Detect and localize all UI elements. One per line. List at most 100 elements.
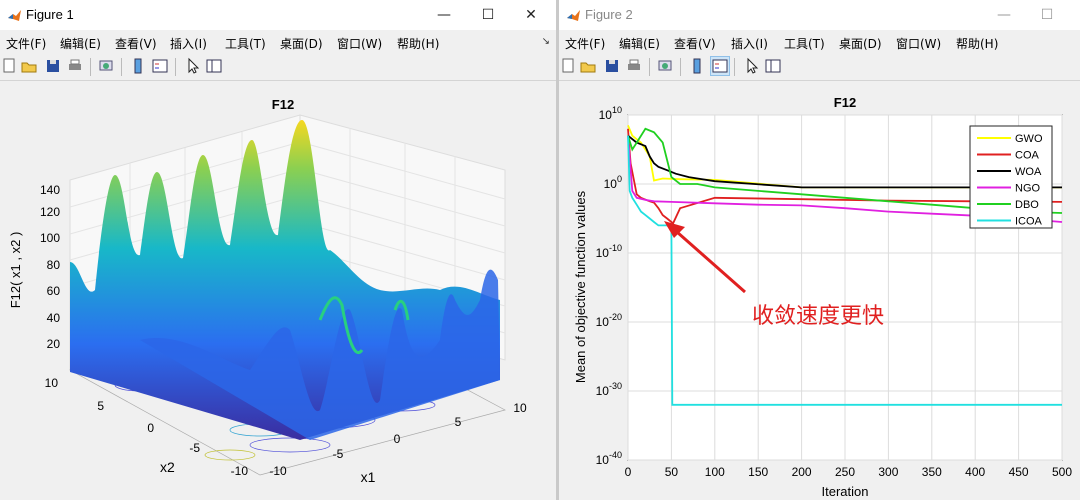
y-tick-label: 10-30 (596, 381, 622, 398)
open-file-icon[interactable] (20, 57, 38, 75)
svg-text:10: 10 (513, 401, 527, 415)
y-axis-label: Mean of objective function values (573, 190, 588, 383)
window-title: Figure 1 (26, 7, 74, 22)
x-tick-label: 350 (922, 465, 942, 479)
open-file-icon[interactable] (579, 57, 597, 75)
svg-text:-10: -10 (231, 464, 249, 478)
toolbar (559, 54, 1080, 81)
menu-help[interactable]: 帮助(H) (956, 35, 998, 52)
x-tick-label: 250 (835, 465, 855, 479)
y-tick-label: 100 (604, 174, 622, 191)
convergence-chart[interactable]: 0 50 100 150 200 250 300 350 400 450 500 101010010… (559, 82, 1080, 500)
menu-view[interactable]: 查看(V) (674, 35, 716, 52)
legend-label-gwo: GWO (1015, 133, 1043, 145)
x-axis-label: Iteration (822, 484, 869, 499)
svg-text:0: 0 (147, 421, 154, 435)
pointer-icon[interactable] (743, 57, 761, 75)
svg-text:10: 10 (45, 376, 59, 390)
colorbar-icon[interactable] (129, 57, 147, 75)
menu-file[interactable]: 文件(F) (565, 35, 605, 52)
x-tick-label: 50 (665, 465, 679, 479)
pointer-icon[interactable] (184, 57, 202, 75)
x-tick-label: 450 (1009, 465, 1029, 479)
y-tick-labels: 1010 100 10-10 10-20 10-30 10-40 (596, 105, 622, 467)
menu-window[interactable]: 窗口(W) (896, 35, 941, 52)
svg-text:100: 100 (40, 231, 60, 245)
legend-label-woa: WOA (1015, 166, 1042, 178)
menu-edit[interactable]: 编辑(E) (60, 35, 101, 52)
y-tick-label: 10-10 (596, 243, 622, 260)
figure1-window: Figure 1 — ☐ ✕ 文件(F) 编辑(E) 查看(V) 插入(I) 工… (0, 0, 556, 500)
svg-text:140: 140 (40, 183, 60, 197)
property-editor-icon[interactable] (205, 57, 223, 75)
figure1-canvas: F12 20 40 60 80 100 120 140 F12( x1 , x2… (0, 82, 556, 500)
legend-label-icoa: ICOA (1015, 216, 1043, 228)
menubar: 文件(F) 编辑(E) 查看(V) 插入(I) 工具(T) 桌面(D) 窗口(W… (0, 30, 556, 54)
z-axis-label: F12( x1 , x2 ) (8, 232, 23, 309)
print-icon[interactable] (66, 57, 84, 75)
new-figure-icon[interactable] (559, 57, 577, 75)
svg-text:-10: -10 (269, 464, 287, 478)
menu-tools[interactable]: 工具(T) (784, 35, 825, 52)
menu-view[interactable]: 查看(V) (115, 35, 157, 52)
annotation-text: 收敛速度更快 (752, 303, 884, 328)
y-axis-label: x2 (160, 459, 175, 475)
figure2-window: Figure 2 — ☐ 文件(F) 编辑(E) 查看(V) 插入(I) 工具(… (559, 0, 1080, 500)
figure2-titlebar[interactable]: Figure 2 — ☐ (559, 0, 1080, 30)
x-tick-label: 500 (1052, 465, 1072, 479)
menu-desktop[interactable]: 桌面(D) (280, 35, 323, 52)
save-icon[interactable] (603, 57, 621, 75)
x-tick-label: 400 (965, 465, 985, 479)
menu-file[interactable]: 文件(F) (6, 35, 46, 52)
surface-plot[interactable]: F12 20 40 60 80 100 120 140 F12( x1 , x2… (0, 82, 556, 500)
menubar: 文件(F) 编辑(E) 查看(V) 插入(I) 工具(T) 桌面(D) 窗口(W… (559, 30, 1080, 54)
minimize-icon[interactable]: — (993, 4, 1015, 26)
y-tick-label: 10-20 (596, 312, 622, 329)
svg-text:0: 0 (394, 432, 401, 446)
menu-desktop[interactable]: 桌面(D) (839, 35, 882, 52)
menu-edit[interactable]: 编辑(E) (619, 35, 660, 52)
svg-text:60: 60 (47, 284, 61, 298)
link-plot-icon[interactable] (656, 57, 674, 75)
close-icon[interactable]: ✕ (520, 4, 542, 26)
x-tick-label: 0 (625, 465, 632, 479)
menu-insert[interactable]: 插入(I) (170, 35, 207, 52)
svg-text:20: 20 (47, 337, 61, 351)
x-tick-labels: 0 50 100 150 200 250 300 350 400 450 500 (625, 465, 1073, 479)
print-icon[interactable] (625, 57, 643, 75)
svg-text:-5: -5 (189, 441, 200, 455)
svg-text:120: 120 (40, 205, 60, 219)
menu-tools[interactable]: 工具(T) (225, 35, 266, 52)
menu-help[interactable]: 帮助(H) (397, 35, 439, 52)
property-editor-icon[interactable] (764, 57, 782, 75)
toolbar (0, 54, 556, 81)
z-tick-labels: 20 40 60 80 100 120 140 (40, 183, 60, 351)
chart-title: F12 (834, 95, 856, 110)
figure1-titlebar[interactable]: Figure 1 — ☐ ✕ (0, 0, 556, 30)
x-axis-label: x1 (361, 469, 376, 485)
link-plot-icon[interactable] (97, 57, 115, 75)
legend-label-dbo: DBO (1015, 199, 1039, 211)
legend-label-ngo: NGO (1015, 183, 1041, 195)
minimize-icon[interactable]: — (433, 4, 455, 26)
legend[interactable]: GWO COA WOA NGO DBO ICOA (969, 125, 1053, 229)
save-icon[interactable] (44, 57, 62, 75)
menu-window[interactable]: 窗口(W) (337, 35, 382, 52)
legend-icon[interactable] (710, 56, 730, 76)
menu-insert[interactable]: 插入(I) (731, 35, 768, 52)
svg-text:40: 40 (47, 311, 61, 325)
x-tick-label: 200 (792, 465, 812, 479)
maximize-icon[interactable]: ☐ (1036, 4, 1058, 26)
y-tick-label: 1010 (599, 105, 622, 122)
colorbar-icon[interactable] (688, 57, 706, 75)
x-tick-label: 300 (878, 465, 898, 479)
maximize-icon[interactable]: ☐ (477, 4, 499, 26)
new-figure-icon[interactable] (0, 57, 18, 75)
dock-arrow-icon[interactable]: ↘ (542, 36, 550, 47)
plot-title: F12 (272, 97, 294, 112)
svg-text:80: 80 (47, 258, 61, 272)
legend-icon[interactable] (151, 57, 169, 75)
svg-text:5: 5 (97, 399, 104, 413)
matlab-icon (567, 10, 580, 21)
x-tick-label: 150 (748, 465, 768, 479)
